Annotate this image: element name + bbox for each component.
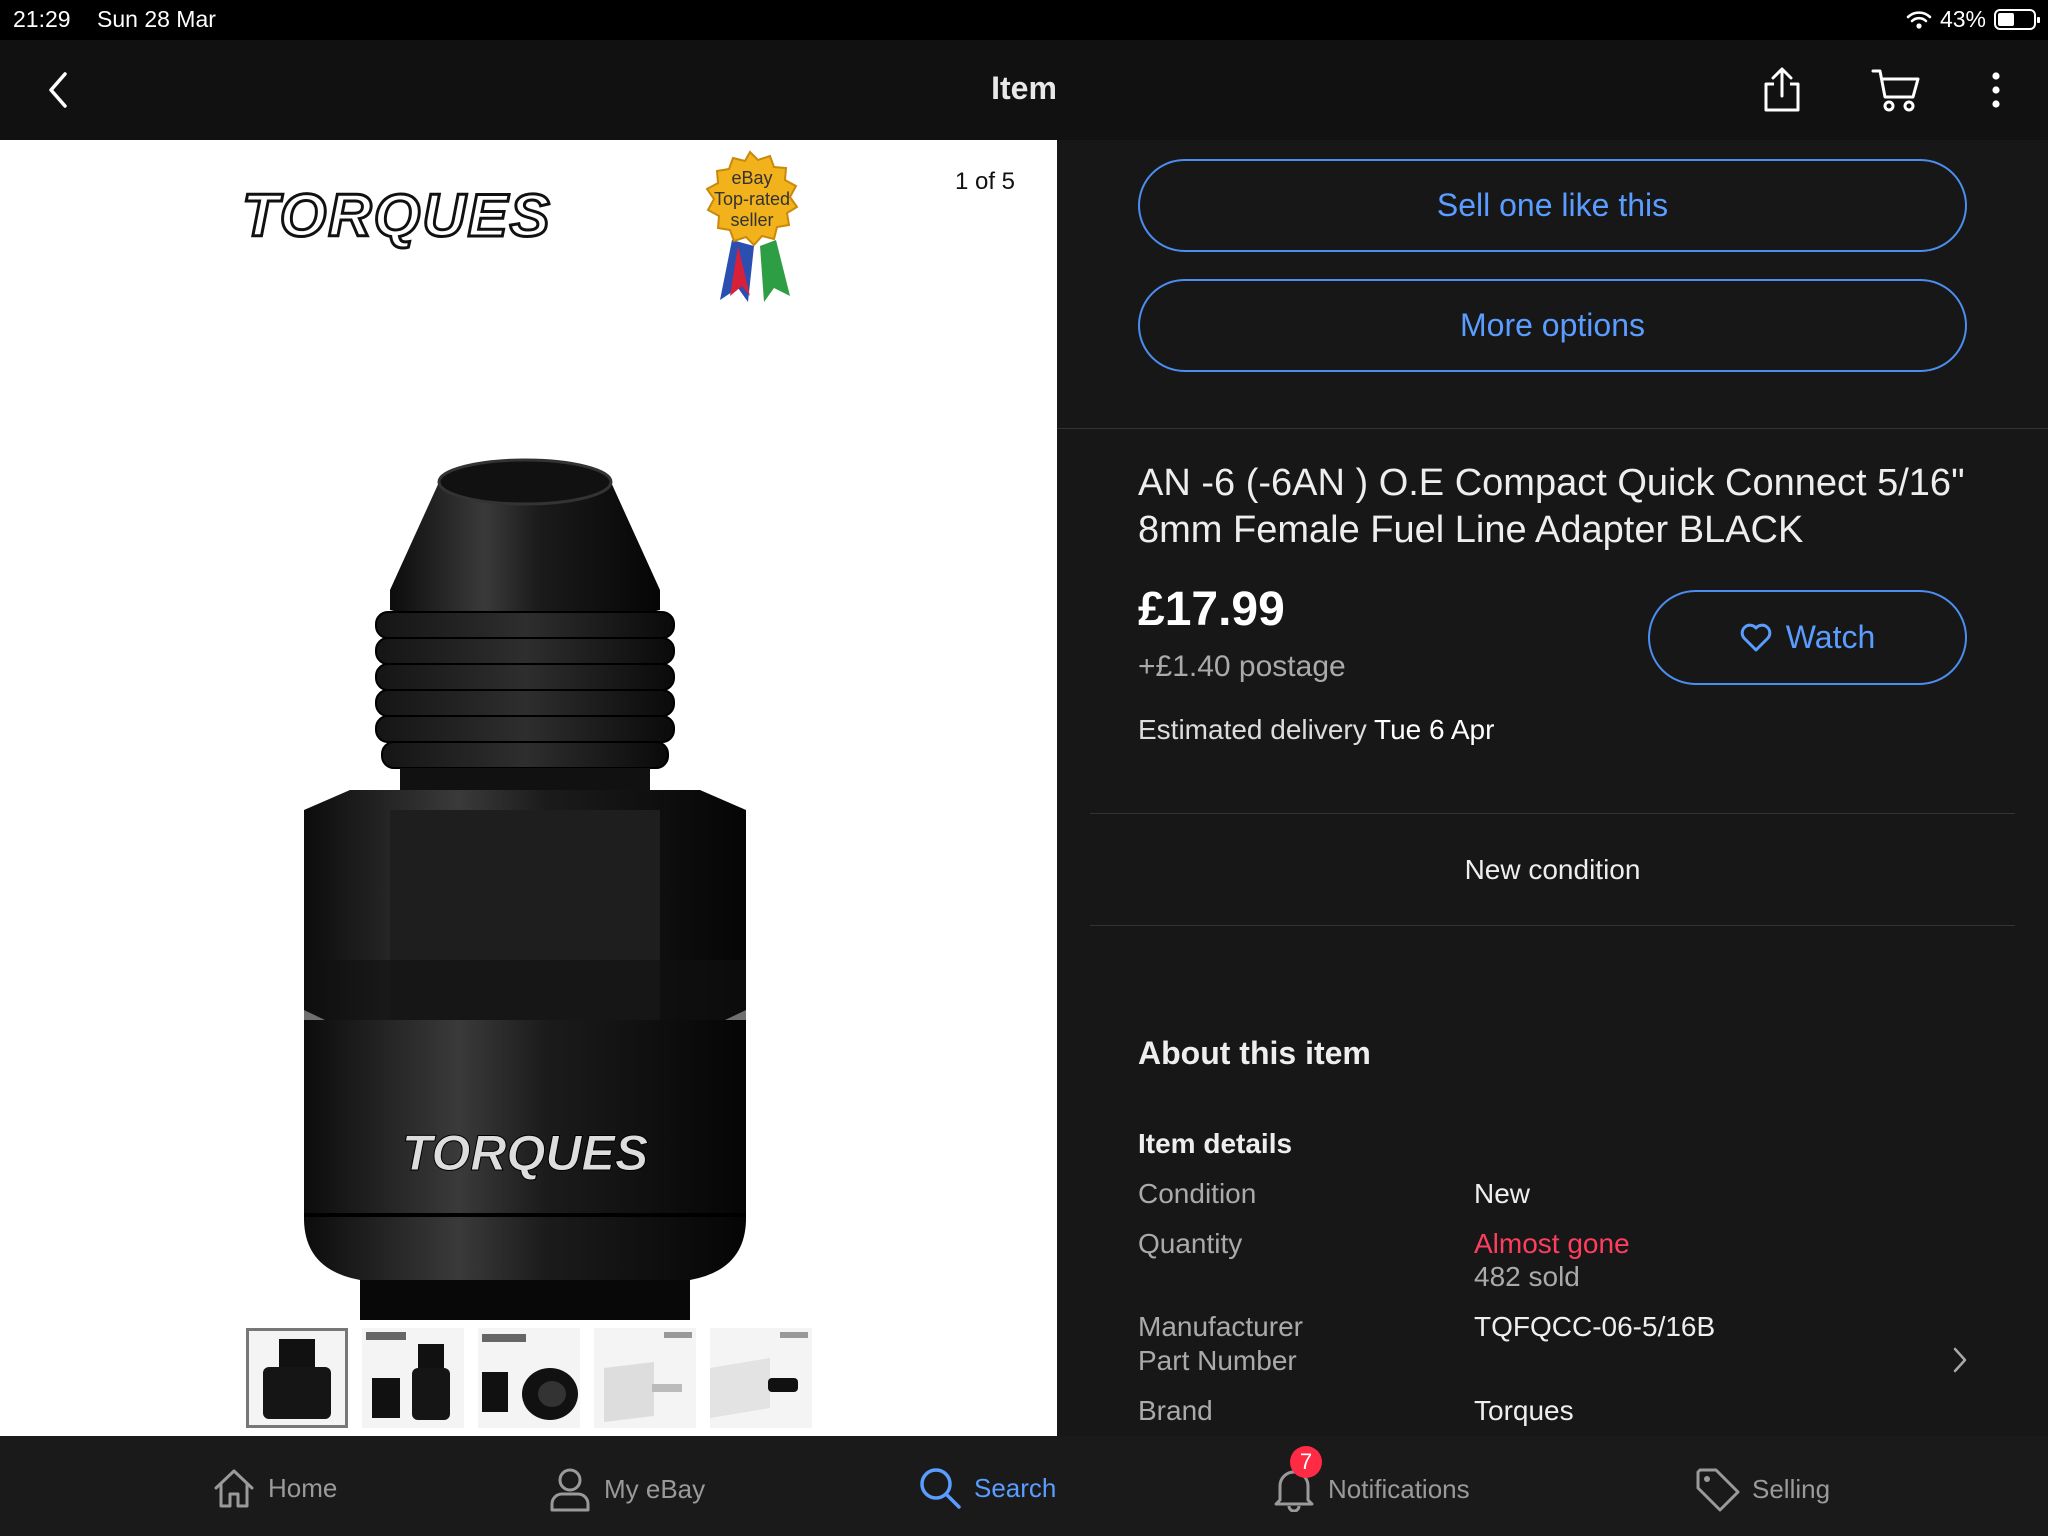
thumbnail-4[interactable] [594,1328,696,1428]
heart-icon [1740,623,1772,651]
status-right: 43% [1906,6,2040,33]
tab-my-ebay-label: My eBay [604,1473,706,1504]
tab-notifications-label: Notifications [1328,1473,1470,1504]
condition-summary[interactable]: New condition [1057,854,2048,886]
tab-search-label: Search [974,1472,1057,1503]
nav-bar: Item [0,40,2048,140]
detail-label-mpn-line2: Part Number [1138,1345,1297,1376]
home-icon [214,1469,254,1508]
detail-value-brand: Torques [1474,1395,1574,1426]
detail-value-condition: New [1474,1178,1531,1209]
detail-value-quantity: Almost gone [1474,1228,1630,1259]
search-icon [920,1468,961,1509]
cart-icon [1871,69,1920,112]
delivery-date: Tue 6 Apr [1374,714,1495,745]
tag-icon [1696,1468,1740,1512]
battery-percent: 43% [1939,6,1986,32]
status-date: Sun 28 Mar [97,6,216,32]
status-bar: 21:29 Sun 28 Mar 43% [0,0,2048,40]
more-button[interactable] [1970,64,2022,116]
about-heading: About this item [1138,1035,1371,1071]
product-image: TORQUES [304,458,746,1320]
tab-selling[interactable]: Selling [1694,1466,1830,1512]
watch-label: Watch [1785,619,1876,655]
detail-label-quantity: Quantity [1138,1228,1243,1259]
tab-home-label: Home [268,1472,338,1503]
estimated-delivery: Estimated delivery Tue 6 Apr [1138,714,1494,746]
divider [1057,428,2048,429]
cart-button[interactable] [1870,64,1922,116]
torques-logo: TORQUES [242,181,552,251]
wifi-icon [1906,10,1932,29]
share-icon [1764,67,1800,112]
detail-label-mpn-line1: Manufacturer [1138,1311,1303,1342]
logo-text-left: TORQUES [242,182,552,249]
share-button[interactable] [1756,64,1808,116]
image-gallery[interactable]: 1 of 5 TORQUES eBay Top-rated seller TOR… [0,140,1057,1436]
more-options-button[interactable]: More options [1138,279,1967,372]
thumbnail-3[interactable] [478,1328,580,1428]
detail-value-mpn: TQFQCC-06-5/16B [1474,1311,1716,1342]
person-icon [550,1468,590,1512]
page-title: Item [991,70,1057,106]
tab-home[interactable]: Home [212,1466,337,1510]
detail-label-brand: Brand [1138,1395,1213,1426]
status-time: 21:29 [13,6,71,32]
thumbnail-strip [246,1328,812,1428]
delivery-label: Estimated delivery [1138,714,1367,745]
listing-title: AN -6 (-6AN ) O.E Compact Quick Connect … [1138,462,1965,551]
thumbnail-5[interactable] [710,1328,812,1428]
more-vertical-icon [1992,72,2000,108]
tab-bar: Home My eBay Search Notifications 7 Sell… [0,1436,2048,1536]
detail-value-sold-count: 482 sold [1474,1261,1580,1292]
tab-search[interactable]: Search [918,1466,1056,1510]
battery-icon [1994,9,2040,30]
divider [1090,925,2015,926]
listing-price: £17.99 [1138,583,1285,636]
postage-cost: +£1.40 postage [1138,650,1346,683]
thumbnail-2[interactable] [362,1328,464,1428]
tab-selling-label: Selling [1752,1473,1831,1504]
badge-line2: Top-rated [714,189,790,209]
image-counter: 1 of 5 [954,168,1015,195]
notification-count-badge: 7 [1290,1446,1322,1478]
detail-label-condition: Condition [1138,1178,1257,1209]
item-details-heading: Item details [1138,1128,1293,1159]
watch-button[interactable]: Watch [1648,590,1967,685]
badge-line1: eBay [731,168,772,188]
item-details-panel: Sell one like this More options AN -6 (-… [1057,140,2048,1436]
thumbnail-1[interactable] [246,1328,348,1428]
top-rated-seller-badge: eBay Top-rated seller [690,150,810,315]
tab-my-ebay[interactable]: My eBay [548,1466,705,1512]
badge-line3: seller [730,210,773,230]
sell-one-like-this-button[interactable]: Sell one like this [1138,159,1967,252]
chevron-right-icon[interactable] [1950,1345,1970,1375]
divider [1090,813,2015,814]
product-logo-text: TORQUES [402,1125,648,1181]
